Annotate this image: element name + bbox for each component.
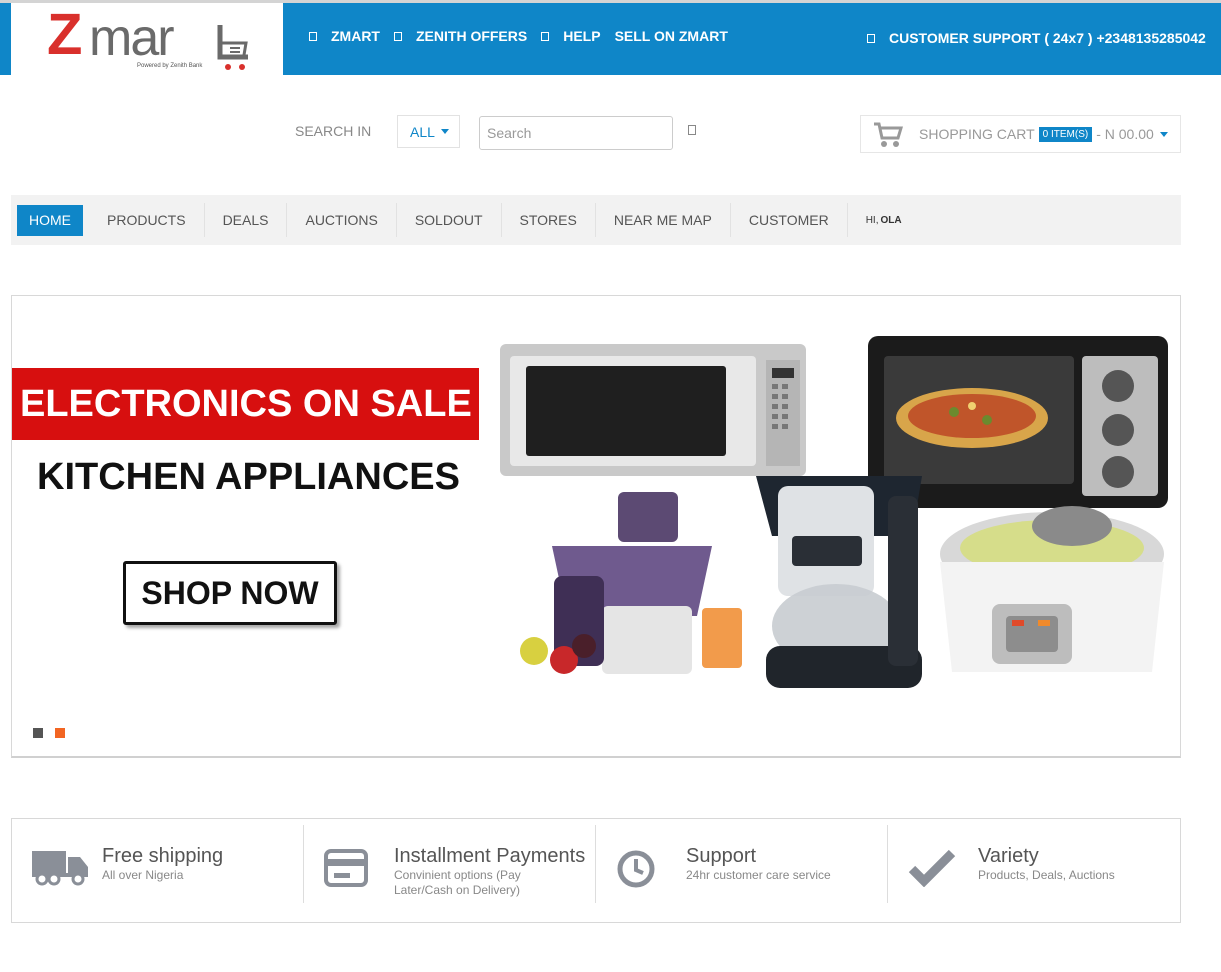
top-bar: Z mar Powered by Zenith Bank ZMART ZENIT… [0,0,1221,75]
shop-now-button[interactable]: SHOP NOW [123,561,337,625]
top-nav: ZMART ZENITH OFFERS HELP SELL ON ZMART [309,28,742,44]
rice-cooker-image [940,506,1164,672]
feature-subtitle: Products, Deals, Auctions [978,868,1115,882]
chevron-down-icon [440,129,449,134]
hero-banner[interactable]: ELECTRONICS ON SALE KITCHEN APPLIANCES S… [11,295,1181,758]
cart-count-badge: 0 ITEM(S) [1038,126,1093,142]
logo-wordmark: mar [89,9,175,67]
feature-free-shipping: Free shipping All over Nigeria [12,819,304,922]
customer-support[interactable]: CUSTOMER SUPPORT ( 24x7 ) +2348135285042 [867,30,1206,46]
slide-indicators [33,728,65,738]
offers-icon [394,31,402,41]
kitchen-appliances-image [500,336,1168,688]
nav-customer[interactable]: CUSTOMER [731,203,848,237]
juicer-image [520,492,742,674]
top-nav-sell[interactable]: SELL ON ZMART [615,28,728,44]
nav-deals[interactable]: DEALS [205,203,288,237]
coffee-maker-image [756,476,922,688]
nav-soldout[interactable]: SOLDOUT [397,203,502,237]
microwave-image [500,344,806,476]
feature-subtitle: All over Nigeria [102,868,184,882]
search-category-select[interactable]: ALL [397,115,460,148]
cart-summary: SHOPPING CART 0 ITEM(S) - N 00.00 [919,126,1168,142]
nav-auctions[interactable]: AUCTIONS [287,203,397,237]
logo-z: Z [47,2,82,67]
feature-title: Free shipping [102,845,224,867]
feature-subtitle: 24hr customer care service [686,868,831,882]
feature-installment-payments: Installment Payments Convinient options … [304,819,596,922]
checkmark-icon [908,849,956,887]
phone-icon [867,33,875,43]
chevron-down-icon [1159,131,1168,137]
feature-title: Variety [978,845,1039,867]
feature-title: Installment Payments [394,845,586,867]
feature-title: Support [686,845,757,867]
logo-tagline: Powered by Zenith Bank [137,63,203,69]
help-icon [541,31,550,41]
feature-subtitle: Convinient options (Pay Later/Cash on De… [394,868,521,897]
top-nav-zenith-offers[interactable]: ZENITH OFFERS [394,28,527,44]
feature-support: Support 24hr customer care service [596,819,888,922]
logo[interactable]: Z mar Powered by Zenith Bank [11,3,283,75]
feature-variety: Variety Products, Deals, Auctions [888,819,1180,922]
top-nav-zmart[interactable]: ZMART [309,28,380,44]
cart-icon [874,122,903,147]
search-in-label: SEARCH IN [295,123,372,139]
nav-home[interactable]: HOME [17,204,83,236]
search-input[interactable] [479,116,673,150]
main-nav: HOME PRODUCTS DEALS AUCTIONS SOLDOUT STO… [11,195,1181,245]
zmart-icon [309,31,317,41]
nav-products[interactable]: PRODUCTS [89,203,205,237]
credit-card-icon [324,849,368,887]
truck-icon [32,851,88,886]
cart-total: - N 00.00 [1096,126,1154,142]
slide-dot-2[interactable] [55,728,65,738]
slide-dot-1[interactable] [33,728,43,738]
clock-icon [617,850,655,888]
logo-cart-icon [217,25,248,70]
features-strip: Free shipping All over Nigeria Installme… [11,818,1181,923]
search-icon[interactable] [688,125,696,135]
user-greeting[interactable]: HI, OLA [848,203,920,237]
banner-subheadline: KITCHEN APPLIANCES [37,456,460,498]
banner-headline: ELECTRONICS ON SALE [12,368,479,440]
shopping-cart[interactable]: SHOPPING CART 0 ITEM(S) - N 00.00 [860,115,1181,153]
nav-near-me-map[interactable]: NEAR ME MAP [596,203,731,237]
nav-stores[interactable]: STORES [502,203,596,237]
top-nav-help[interactable]: HELP [541,28,601,44]
